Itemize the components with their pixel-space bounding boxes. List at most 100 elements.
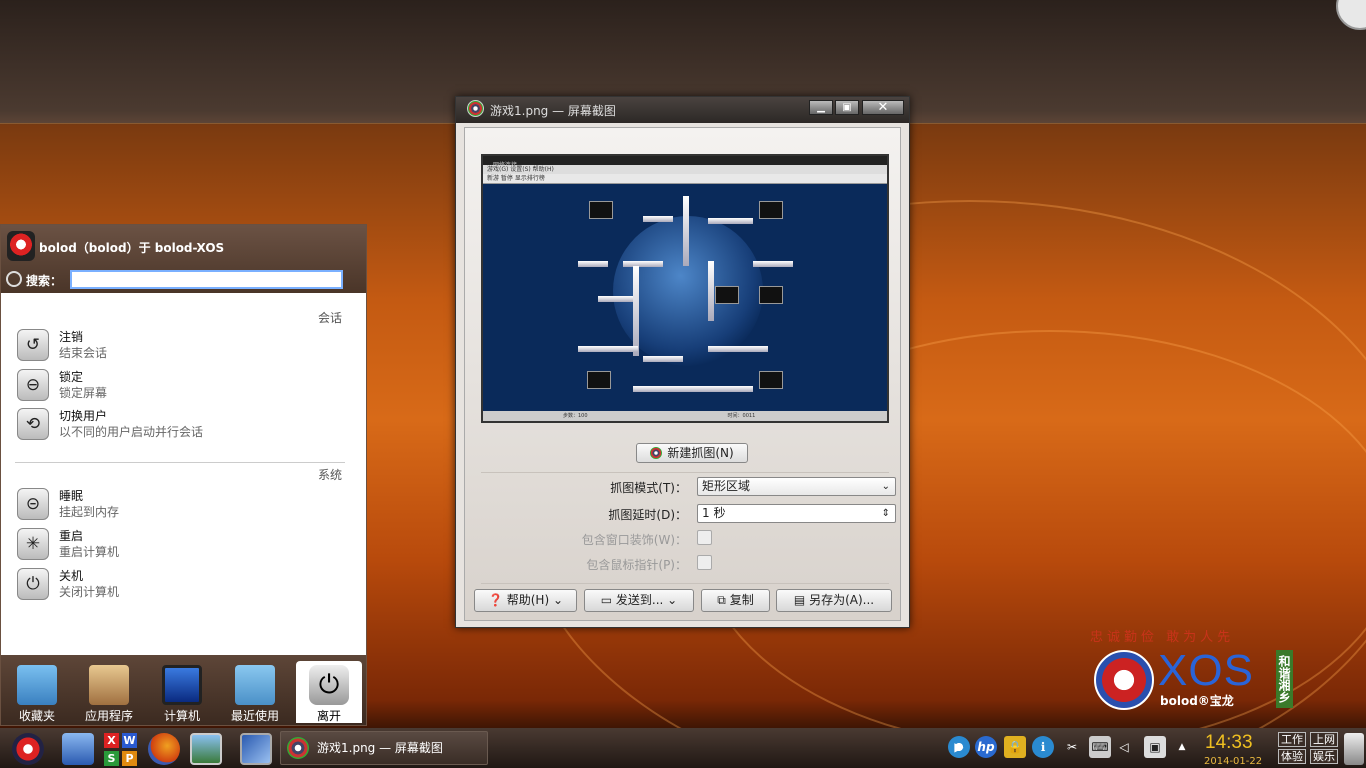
section-header-system: 系统 [317,468,342,482]
menu-item-desc: 挂起到内存 [59,505,120,519]
logo-tag: 和谐湘乡 [1276,650,1293,708]
menu-item-lock[interactable]: ⊖ 锁定 锁定屏幕 [17,367,347,403]
firefox-icon[interactable] [148,733,180,765]
save-as-button[interactable]: ▤ 另存为(A)... [776,589,892,612]
menu-item-title: 关机 [59,569,84,583]
search-icon [6,271,22,287]
scissors-icon[interactable]: ✂ [1061,736,1083,758]
tab-recent[interactable]: 最近使用 [222,661,288,723]
menu-item-restart[interactable]: ✳ 重启 重启计算机 [17,526,347,562]
delay-spinbox[interactable]: 1 秒 ⇕ [697,504,896,523]
preview-status-steps: 步数：100 [563,413,588,419]
send-icon: ▭ [600,593,616,607]
tab-label: 应用程序 [84,709,133,723]
tab-favorites[interactable]: 收藏夹 [4,661,70,723]
clock-time[interactable]: 14:33 [1205,732,1253,754]
pipe [708,346,768,352]
clock-date: 2014-01-22 [1204,756,1263,767]
new-capture-button[interactable]: 新建抓图(N) [636,443,748,463]
monitor-icon [587,371,611,389]
computer-icon[interactable] [190,733,222,765]
keyboard-icon[interactable]: ⌨ [1089,736,1111,758]
network-icon[interactable]: ▣ [1144,736,1166,758]
screenshot-preview[interactable]: 网络连接 游戏(G) 设置(S) 帮助(H) 新游 暂停 显示排行榜 步数：10… [481,154,889,423]
tab-label: 收藏夹 [18,709,55,723]
preview-toolbar: 新游 暂停 显示排行榜 [483,174,887,184]
logo-product: XOS [1158,646,1254,695]
recent-clock-folder-icon [235,665,275,705]
activity-experience[interactable]: 体验 [1278,749,1306,764]
send-to-button[interactable]: ▭ 发送到... ⌄ [584,589,694,612]
minimize-button[interactable]: ▁ [809,100,833,115]
copy-label: 复制 [729,593,754,607]
menu-item-switch-user[interactable]: ⟲ 切换用户 以不同的用户启动并行会话 [17,406,347,442]
volume-icon[interactable]: ◁ [1113,736,1135,758]
show-desktop-icon[interactable] [62,733,94,765]
user-line: bolod（bolod）于 bolod-XOS [39,241,225,255]
opera-mask-logo-icon [1094,650,1154,710]
screenshot-tool-icon[interactable] [240,733,272,765]
tab-label: 离开 [316,709,341,723]
send-to-label: 发送到... [615,593,664,607]
menu-item-desc: 关闭计算机 [59,585,120,599]
hp-icon[interactable]: hp [975,736,997,758]
task-screenshot-window[interactable]: 游戏1.png — 屏幕截图 [280,731,488,765]
monitor-icon [162,665,202,705]
menu-item-sleep[interactable]: ⊝ 睡眠 挂起到内存 [17,486,347,522]
include-cursor-checkbox[interactable] [697,555,712,570]
shutdown-icon: ⏻ [17,568,49,600]
power-icon: ⏻ [309,665,349,705]
maximize-button[interactable]: ▣ [835,100,859,115]
menu-item-desc: 结束会话 [59,346,108,360]
pipe [708,261,714,321]
monitor-icon [715,286,739,304]
menu-item-desc: 重启计算机 [59,545,120,559]
office-s: S [104,751,119,766]
bookmark-folder-icon [17,665,57,705]
activity-entertainment[interactable]: 娱乐 [1310,749,1338,764]
chevron-down-icon: ⌄ [881,481,890,492]
trash-icon[interactable] [1344,733,1364,765]
screenshot-window: 游戏1.png — 屏幕截图 ▁ ▣ ✕ 网络连接 游戏(G) 设置(S) 帮助… [455,96,910,628]
preview-titlebar: 网络连接 [483,156,887,169]
kickoff-header: bolod（bolod）于 bolod-XOS 搜索： [1,225,366,293]
menu-item-shutdown[interactable]: ⏻ 关机 关闭计算机 [17,566,347,602]
tab-applications[interactable]: 应用程序 [76,661,142,723]
tab-leave[interactable]: ⏻ 离开 [296,661,362,723]
search-input[interactable] [70,270,343,289]
task-title: 游戏1.png — 屏幕截图 [317,741,443,755]
lock-icon[interactable]: 🔒 [1004,736,1026,758]
activity-work[interactable]: 工作 [1278,732,1306,747]
preview-menubar: 游戏(G) 设置(S) 帮助(H) [483,165,887,174]
start-menu-icon[interactable] [12,733,44,765]
include-decor-label: 包含窗口装饰(W)： [581,533,687,547]
media-player-icon[interactable]: ▶ [948,736,970,758]
lock-icon: ⊖ [17,369,49,401]
office-suite-icon[interactable]: X W S P [104,733,138,767]
copy-button[interactable]: ⧉ 复制 [701,589,770,612]
close-button[interactable]: ✕ [862,100,904,115]
tray-expand-icon[interactable]: ▲ [1171,736,1193,758]
switch-user-icon: ⟲ [17,408,49,440]
pipe [643,356,683,362]
info-icon[interactable]: ℹ [1032,736,1054,758]
activity-web[interactable]: 上网 [1310,732,1338,747]
xos-logo: XOS bolod®宝龙 和谐湘乡 [1094,646,1294,710]
office-p: P [122,751,137,766]
help-button[interactable]: ❓ 帮助(H) ⌄ [474,589,577,612]
spin-arrows-icon[interactable]: ⇕ [882,505,890,522]
pipe [683,196,689,266]
pipe [633,266,639,356]
include-decor-checkbox[interactable] [697,530,712,545]
taskbar: X W S P 游戏1.png — 屏幕截图 ▶ hp 🔒 ℹ ✂ ⌨ ◁ ▣ … [0,728,1366,768]
menu-item-logout[interactable]: ↺ 注销 结束会话 [17,327,347,363]
help-label: 帮助(H) [506,593,550,607]
capture-mode-select[interactable]: 矩形区域 ⌄ [697,477,896,496]
menu-separator [15,462,345,463]
pipe [623,261,663,267]
pipe [598,296,638,302]
brand-slogan: 忠诚勤俭 敢为人先 [1090,630,1235,645]
tab-computer[interactable]: 计算机 [149,661,215,723]
include-cursor-label: 包含鼠标指针(P)： [586,558,687,572]
window-titlebar[interactable]: 游戏1.png — 屏幕截图 ▁ ▣ ✕ [456,97,909,123]
